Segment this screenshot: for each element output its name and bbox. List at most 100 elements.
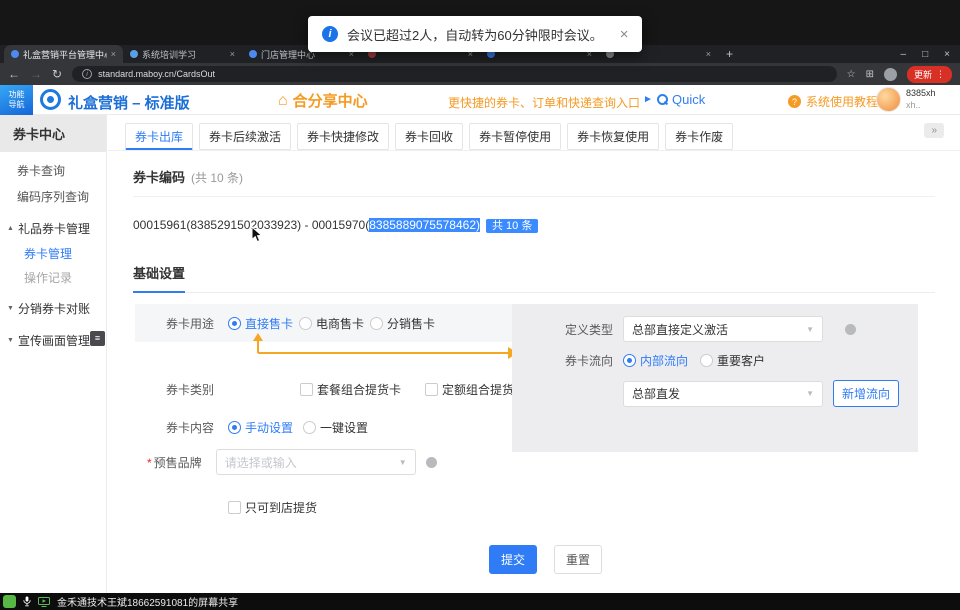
back-icon[interactable]: ← — [8, 68, 20, 80]
window-maximize-button[interactable]: □ — [922, 49, 928, 60]
radio-label: 电商售卡 — [316, 315, 364, 332]
presale-brand-row: *预售品牌 请选择或输入 ▼ — [135, 448, 437, 476]
radio-label: 分销售卡 — [387, 315, 435, 332]
tab-card-resume[interactable]: 券卡恢复使用 — [567, 123, 659, 150]
add-flow-button[interactable]: 新增流向 — [833, 380, 899, 407]
select-value: 总部直接定义激活 — [632, 321, 728, 338]
caret-down-icon: ▼ — [7, 328, 14, 354]
address-bar[interactable]: i standard.maboy.cn/CardsOut — [72, 66, 837, 82]
meeting-toast: i 会议已超过2人，自动转为60分钟限时会议。 × — [308, 16, 642, 52]
required-mark: * — [147, 456, 152, 470]
user-name: 8385xh — [906, 88, 936, 99]
favicon — [249, 50, 257, 58]
help-icon[interactable] — [426, 457, 437, 468]
section-title-text: 券卡编码 — [133, 170, 185, 185]
info-icon: i — [322, 26, 338, 42]
checkbox-package-combo-card[interactable]: 套餐组合提货卡 — [300, 381, 401, 398]
user-chip[interactable]: 8385xh xh.. — [876, 87, 936, 112]
panel-expand-button[interactable]: » — [924, 123, 944, 138]
presale-brand-label-text: 预售品牌 — [154, 456, 202, 470]
chevron-down-icon: ▼ — [399, 458, 407, 467]
browser-tab-gift-platform[interactable]: 礼盒营销平台管理中心 × — [4, 45, 123, 63]
tab-card-void[interactable]: 券卡作废 — [665, 123, 733, 150]
window-minimize-button[interactable]: – — [901, 49, 907, 60]
help-icon[interactable] — [845, 324, 856, 335]
sidebar-item-card-query[interactable]: 券卡查询 — [0, 158, 106, 184]
tab-card-quick-edit[interactable]: 券卡快捷修改 — [297, 123, 389, 150]
extensions-icon[interactable]: ⊞ — [866, 69, 874, 80]
card-codes-section-title: 券卡编码 (共 10 条) — [133, 151, 935, 197]
share-center-link[interactable]: ⌂ 合分享中心 — [278, 90, 368, 111]
sidebar-item-code-sequence-query[interactable]: 编码序列查询 — [0, 184, 106, 210]
system-tutorial-link[interactable]: ? 系统使用教程 — [788, 93, 878, 110]
toast-close-icon[interactable]: × — [620, 26, 629, 43]
browser-update-button[interactable]: 更新 ⋮ — [907, 66, 952, 83]
sidebar-title: 券卡中心 — [0, 115, 106, 152]
function-nav-toggle[interactable]: 功能 导航 — [0, 85, 33, 115]
site-info-icon[interactable]: i — [82, 69, 92, 79]
favicon — [130, 50, 138, 58]
sidebar-group-label: 分销券卡对账 — [18, 296, 90, 322]
user-avatar — [876, 87, 901, 112]
sidebar-collapse-button[interactable]: ≡ — [90, 331, 105, 346]
menu-dots-icon: ⋮ — [936, 69, 945, 80]
chevron-down-icon: ▼ — [806, 325, 814, 334]
caret-up-icon: ▲ — [7, 216, 14, 242]
tab-close-icon[interactable]: × — [706, 49, 711, 59]
flow-arrow — [250, 333, 518, 359]
sidebar-item-card-management[interactable]: 券卡管理 — [0, 242, 106, 266]
presale-brand-label: *预售品牌 — [147, 454, 202, 471]
radio-important-customer[interactable]: 重要客户 — [700, 352, 765, 369]
count-badge: 共 10 条 — [486, 219, 538, 233]
tab-card-outbound[interactable]: 券卡出库 — [125, 123, 193, 150]
card-content-row: 券卡内容 手动设置 一键设置 — [135, 414, 368, 440]
browser-profile-avatar[interactable] — [884, 68, 897, 81]
share-center-label: 合分享中心 — [293, 90, 368, 111]
radio-manual-setup[interactable]: 手动设置 — [228, 419, 293, 436]
new-tab-button[interactable]: + — [726, 47, 733, 61]
microphone-icon[interactable] — [23, 596, 31, 607]
define-type-select[interactable]: 总部直接定义激活 ▼ — [623, 316, 823, 342]
window-close-button[interactable]: × — [944, 49, 950, 60]
quick-search-button[interactable]: Quick — [657, 92, 705, 107]
radio-off-icon — [299, 317, 312, 330]
radio-distribution-sale[interactable]: 分销售卡 — [370, 315, 435, 332]
tab-card-later-activate[interactable]: 券卡后续激活 — [199, 123, 291, 150]
brand-logo-icon — [40, 89, 61, 110]
presale-brand-select[interactable]: 请选择或输入 ▼ — [216, 449, 416, 475]
toolbar-icons: ☆ ⊞ 更新 ⋮ — [847, 66, 952, 83]
sidebar-item-operation-record[interactable]: 操作记录 — [0, 266, 106, 290]
radio-label: 一键设置 — [320, 419, 368, 436]
section-count: (共 10 条) — [191, 171, 243, 185]
sidebar-group-label: 宣传画面管理 — [18, 328, 90, 354]
bookmark-star-icon[interactable]: ☆ — [847, 69, 856, 80]
tab-card-recycle[interactable]: 券卡回收 — [395, 123, 463, 150]
radio-label: 内部流向 — [640, 352, 688, 369]
sidebar-group-distribution-reconcile[interactable]: ▼ 分销券卡对账 — [0, 296, 106, 322]
checkbox-fixed-amount-combo-card[interactable]: 定额组合提货卡 — [425, 381, 526, 398]
checkbox-store-pickup-only[interactable]: 只可到店提货 — [228, 499, 317, 516]
settings-section-header: 基础设置 — [133, 263, 935, 293]
radio-internal-flow[interactable]: 内部流向 — [623, 352, 688, 369]
radio-off-icon — [303, 421, 316, 434]
tab-close-icon[interactable]: × — [230, 49, 235, 59]
checkbox-icon — [300, 383, 313, 396]
browser-tab-training[interactable]: 系统培训学习 × — [123, 45, 242, 63]
reload-icon[interactable]: ↻ — [52, 68, 62, 80]
radio-one-click-setup[interactable]: 一键设置 — [303, 419, 368, 436]
submit-button[interactable]: 提交 — [489, 545, 537, 574]
screen-share-icon[interactable] — [38, 597, 50, 607]
forward-icon[interactable]: → — [30, 68, 42, 80]
browser-toolbar: ← → ↻ i standard.maboy.cn/CardsOut ☆ ⊞ 更… — [0, 63, 960, 85]
tab-title: 系统培训学习 — [142, 48, 226, 61]
tab-card-suspend[interactable]: 券卡暂停使用 — [469, 123, 561, 150]
sidebar-group-gift-card-management[interactable]: ▲ 礼品券卡管理 — [0, 216, 106, 242]
checkbox-icon — [228, 501, 241, 514]
radio-ecommerce-sale[interactable]: 电商售卡 — [299, 315, 364, 332]
card-content-label: 券卡内容 — [166, 419, 214, 436]
tab-close-icon[interactable]: × — [111, 49, 116, 59]
flow-target-select[interactable]: 总部直发 ▼ — [623, 381, 823, 407]
reset-button[interactable]: 重置 — [554, 545, 602, 574]
radio-direct-sale[interactable]: 直接售卡 — [228, 315, 293, 332]
checkbox-label: 只可到店提货 — [245, 499, 317, 516]
